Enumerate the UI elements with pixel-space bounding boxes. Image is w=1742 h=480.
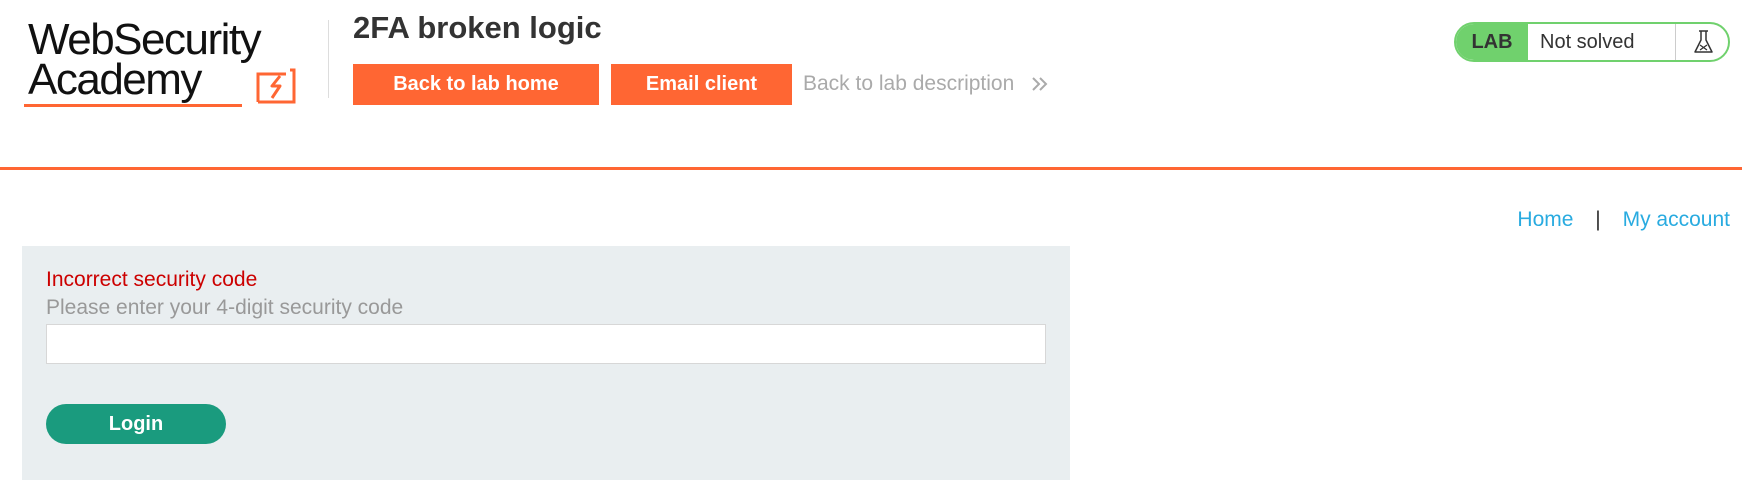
flask-icon xyxy=(1694,30,1713,53)
logo-underline xyxy=(24,104,242,107)
security-code-label: Please enter your 4-digit security code xyxy=(46,296,404,319)
top-nav: Home | My account xyxy=(1517,208,1730,232)
lightning-bolt-icon xyxy=(256,68,296,104)
email-client-button[interactable]: Email client xyxy=(611,64,792,105)
nav-my-account-link[interactable]: My account xyxy=(1623,208,1730,231)
logo-line-websecurity: WebSecurity xyxy=(28,15,262,64)
lab-status-text: Not solved xyxy=(1540,31,1635,53)
academy-logo[interactable]: WebSecurity Academy xyxy=(22,18,322,110)
logo-line-academy: Academy xyxy=(28,55,202,104)
page-header: WebSecurity Academy 2FA broken logic Bac… xyxy=(0,0,1742,170)
error-message: Incorrect security code xyxy=(46,268,258,291)
lab-badge: LAB xyxy=(1456,24,1528,60)
login-button[interactable]: Login xyxy=(46,404,226,444)
lab-flask-container xyxy=(1675,24,1728,60)
security-code-form: Incorrect security code Please enter you… xyxy=(22,246,1070,480)
back-to-lab-home-button[interactable]: Back to lab home xyxy=(353,64,599,105)
nav-home-link[interactable]: Home xyxy=(1517,208,1573,231)
security-code-input[interactable] xyxy=(46,324,1046,364)
double-chevron-right-icon xyxy=(1032,77,1048,92)
nav-separator: | xyxy=(1595,208,1601,231)
back-to-lab-description-link[interactable]: Back to lab description xyxy=(803,72,1050,96)
lab-status-widget: LAB Not solved xyxy=(1454,22,1730,62)
header-divider xyxy=(328,20,329,98)
back-to-lab-description-label: Back to lab description xyxy=(803,72,1015,95)
lab-title: 2FA broken logic xyxy=(353,10,602,45)
